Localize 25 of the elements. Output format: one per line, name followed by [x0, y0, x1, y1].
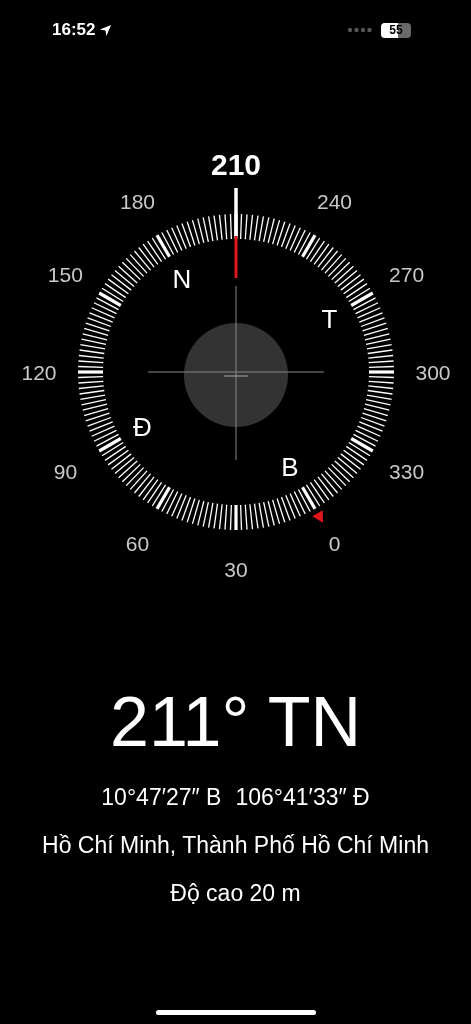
cardinal-letter: N — [172, 264, 192, 295]
dial-degree-label: 150 — [47, 262, 83, 286]
dial-degree-label: 180 — [120, 190, 155, 214]
location-arrow-icon — [99, 23, 113, 37]
north-marker-icon — [312, 510, 323, 523]
dial-degree-label: 270 — [389, 262, 425, 286]
cardinal-letter: B — [281, 451, 299, 482]
dial-degree-label: 30 — [224, 558, 248, 581]
dial-degree-label: 240 — [317, 190, 352, 214]
dial-degree-label: 90 — [53, 459, 78, 483]
dial-degree-label: 120 — [21, 361, 57, 384]
heading-reading: 211° TN — [109, 682, 362, 763]
cardinal-letter: T — [321, 304, 338, 334]
signal-icon — [347, 27, 373, 33]
latitude: 10°47′27″ B — [101, 783, 222, 812]
dial-degree-label: 300 — [415, 361, 451, 384]
dial-degree-label: 210 — [210, 148, 262, 181]
dial-degree-label: 330 — [389, 459, 425, 483]
cardinal-letter: Đ — [133, 412, 152, 442]
dial-degree-label: 60 — [125, 531, 150, 555]
longitude: 106°41′33″ Đ — [235, 783, 370, 812]
status-time: 16:52 — [52, 20, 96, 40]
location-name: Hồ Chí Minh, Thành Phố Hồ Chí Minh — [42, 831, 429, 860]
altitude: Độ cao 20 m — [170, 879, 301, 908]
dial-degree-label: 0 — [328, 531, 341, 555]
